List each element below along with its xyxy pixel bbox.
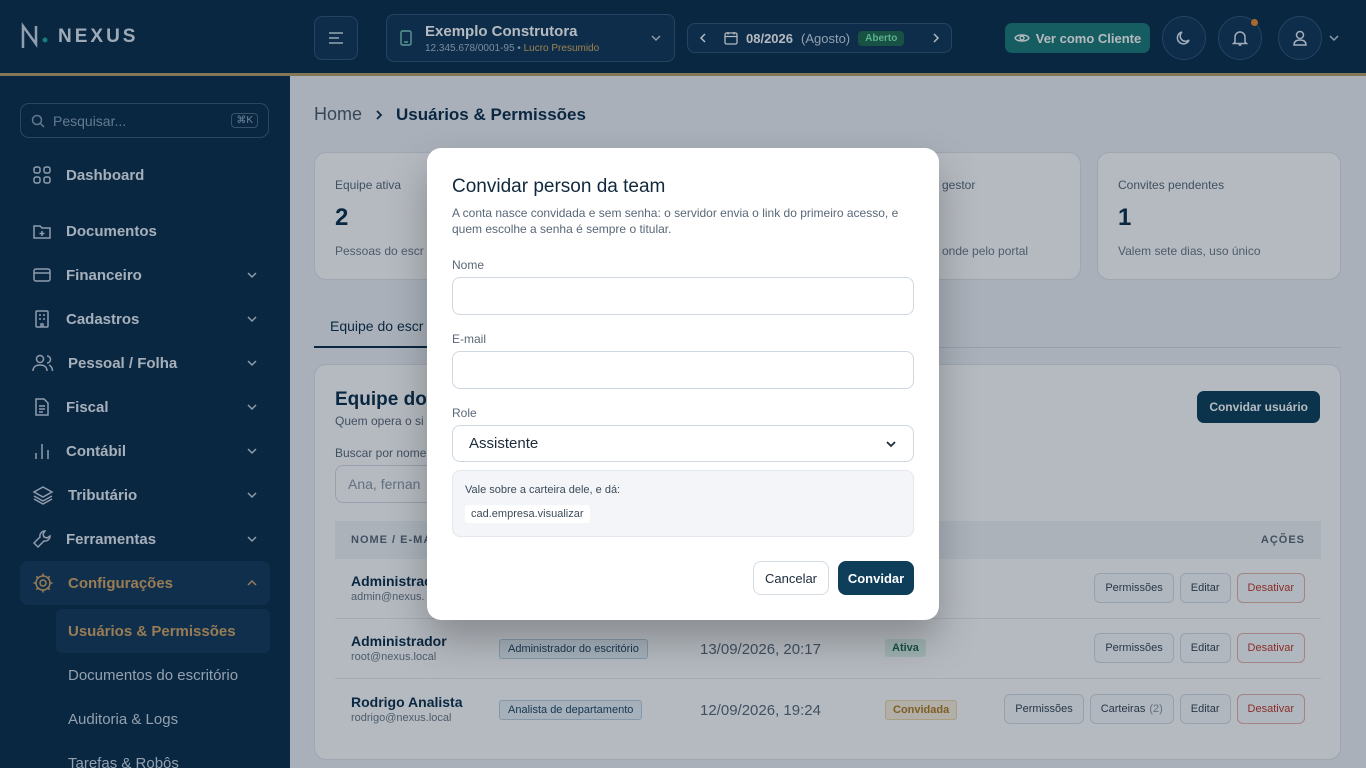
permission-info-box: Vale sobre a carteira dele, e dá: cad.em…	[452, 470, 914, 537]
email-label: E-mail	[452, 332, 487, 346]
role-label: Role	[452, 406, 477, 420]
invite-modal: Convidar person da team A conta nasce co…	[427, 148, 939, 620]
email-field[interactable]	[452, 351, 914, 389]
cancel-button[interactable]: Cancelar	[753, 561, 829, 595]
permission-chip: cad.empresa.visualizar	[465, 505, 590, 523]
modal-description: A conta nasce convidada e sem senha: o s…	[452, 206, 899, 236]
name-label: Nome	[452, 258, 485, 272]
role-select[interactable]: Assistente	[452, 425, 914, 462]
info-text: Vale sobre a carteira dele, e dá:	[465, 484, 621, 496]
submit-invite-button[interactable]: Convidar	[838, 561, 914, 595]
role-selected-value: Assistente	[469, 435, 539, 452]
chevron-down-icon	[886, 440, 896, 447]
name-field[interactable]	[452, 277, 914, 315]
modal-title: Convidar person da team	[452, 176, 666, 197]
